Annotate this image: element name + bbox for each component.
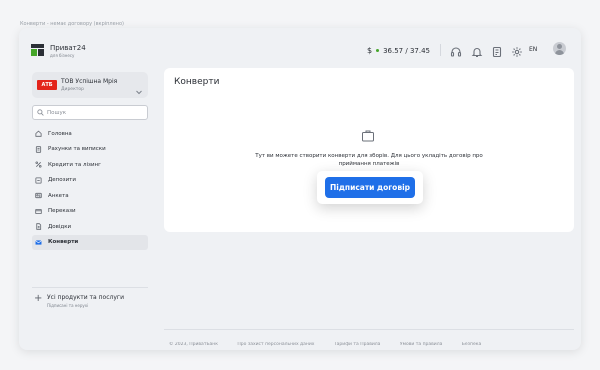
page-title: Конверти xyxy=(174,77,220,87)
sidebar-item-certificates[interactable]: Довідки xyxy=(32,219,148,235)
sidebar-nav: Головна Рахунки та виписки Кредити та лі… xyxy=(32,126,148,250)
sidebar-item-label: Перекази xyxy=(48,208,76,215)
brand-subtitle: для бізнесу xyxy=(50,53,75,58)
top-bar: Приват24 для бізнесу $ 36.57 / 37.45 EN xyxy=(19,28,581,68)
footer-link-tariffs[interactable]: Тарифи та Правила xyxy=(334,342,381,347)
sidebar-item-home[interactable]: Головна xyxy=(32,126,148,142)
footer: © 2023, ПриватБанк Про захист персональн… xyxy=(169,342,569,350)
sidebar: АТБ ТОВ Успішна Мрія Директор Головна Ра… xyxy=(19,68,155,350)
footer-link-privacy[interactable]: Про захист персональних даних xyxy=(237,342,314,347)
all-products-subtitle: Підписані та нерухі xyxy=(47,303,89,308)
window-caption: Конверти - немає договору (вкріплено) xyxy=(20,21,124,27)
envelopes-card: Конверти Тут ви можете створити конверти… xyxy=(164,68,574,232)
user-avatar[interactable] xyxy=(553,42,566,55)
company-logo: АТБ xyxy=(37,80,57,90)
footer-link-security[interactable]: Безпека xyxy=(462,342,481,347)
brand-name: Приват24 xyxy=(50,44,86,52)
sidebar-item-accounts[interactable]: Рахунки та виписки xyxy=(32,142,148,158)
currency-rates[interactable]: $ 36.57 / 37.45 xyxy=(367,46,430,55)
sidebar-item-envelopes[interactable]: Конверти xyxy=(32,234,148,250)
sidebar-item-label: Депозити xyxy=(48,177,76,184)
bell-icon[interactable] xyxy=(471,43,483,58)
empty-state-text: Тут ви можете створити конверти для збор… xyxy=(255,153,483,167)
deposit-icon xyxy=(35,177,42,184)
calculator-icon[interactable] xyxy=(491,43,503,58)
sidebar-item-label: Довідки xyxy=(48,223,72,230)
sign-contract-button[interactable]: Підписати договір xyxy=(325,177,415,198)
chevron-down-icon xyxy=(135,81,143,95)
headset-icon[interactable] xyxy=(450,43,462,57)
bag-icon xyxy=(361,127,375,142)
transfer-icon xyxy=(35,208,42,214)
dollar-icon: $ xyxy=(367,46,373,55)
sidebar-divider xyxy=(32,287,148,288)
sidebar-item-label: Конверти xyxy=(48,239,79,246)
sidebar-item-label: Анкета xyxy=(48,192,69,199)
sidebar-item-label: Головна xyxy=(48,130,72,137)
search-box[interactable] xyxy=(32,105,148,120)
app-window: Приват24 для бізнесу $ 36.57 / 37.45 EN … xyxy=(19,28,581,350)
sidebar-item-label: Рахунки та виписки xyxy=(48,146,106,153)
rate-status-dot xyxy=(376,49,380,52)
all-products-link[interactable]: Усі продукти та послуги xyxy=(47,294,124,301)
company-name: ТОВ Успішна Мрія xyxy=(61,78,118,85)
footer-copyright: © 2023, ПриватБанк xyxy=(169,342,218,347)
footer-divider xyxy=(164,329,574,330)
language-switcher[interactable]: EN xyxy=(529,46,537,53)
sidebar-item-label: Кредити та лізинг xyxy=(48,161,102,168)
exchange-rate-value: 36.57 / 37.45 xyxy=(383,46,430,55)
document-icon xyxy=(35,146,42,153)
percent-icon xyxy=(35,161,42,168)
plus-icon[interactable]: + xyxy=(34,294,42,304)
sidebar-item-credits[interactable]: Кредити та лізинг xyxy=(32,157,148,173)
home-icon xyxy=(35,130,42,137)
sidebar-item-profile[interactable]: Анкета xyxy=(32,188,148,204)
sidebar-item-transfers[interactable]: Перекази xyxy=(32,204,148,220)
cta-highlight: Підписати договір xyxy=(317,171,423,204)
footer-link-terms[interactable]: Умови та правила xyxy=(400,342,442,347)
certificate-icon xyxy=(36,223,42,230)
topbar-divider xyxy=(440,44,441,56)
sidebar-item-deposits[interactable]: Депозити xyxy=(32,173,148,189)
privat24-logo[interactable] xyxy=(31,44,44,56)
profile-card-icon xyxy=(35,193,42,199)
company-selector[interactable]: АТБ ТОВ Успішна Мрія Директор xyxy=(32,72,148,98)
search-icon xyxy=(37,109,44,116)
envelope-icon xyxy=(35,240,42,245)
company-role: Директор xyxy=(61,87,85,92)
gear-icon[interactable] xyxy=(511,43,523,57)
search-input[interactable] xyxy=(47,107,145,118)
